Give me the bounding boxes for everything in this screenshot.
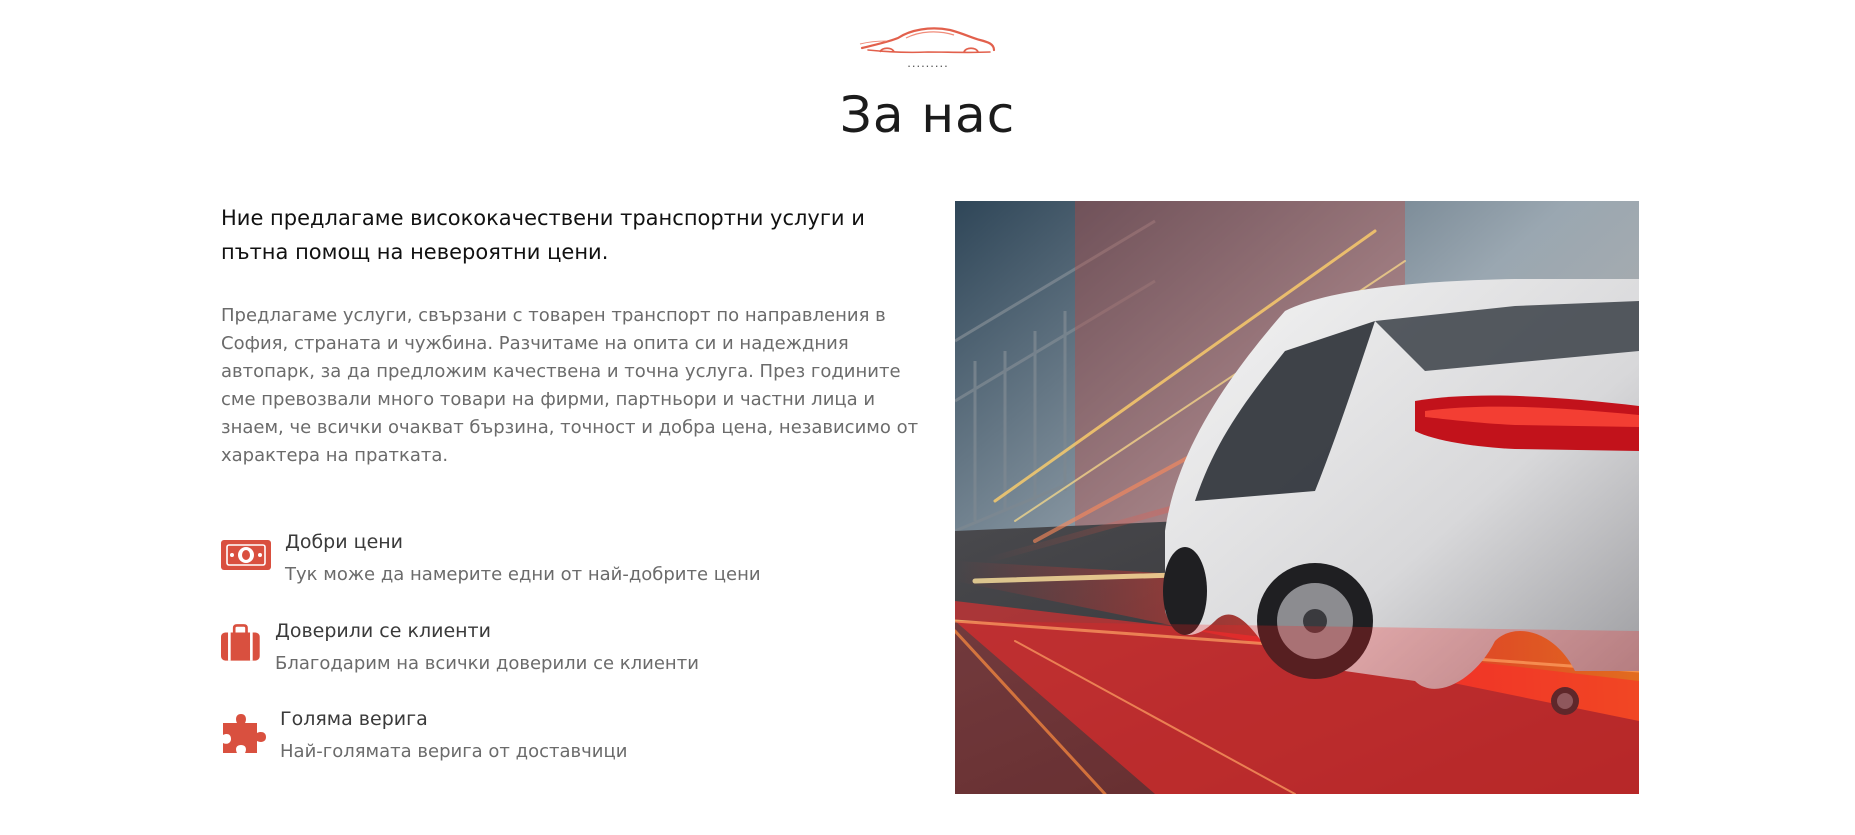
feature-title: Голяма верига	[280, 708, 428, 730]
speeding-car-illustration	[955, 201, 1639, 794]
feature-title: Добри цени	[285, 531, 404, 553]
feature-description: Най-голямата верига от доставчици	[280, 741, 628, 762]
feature-description: Благодарим на всички доверили се клиенти	[275, 653, 699, 674]
intro-heading: Ние предлагаме висококачествени транспор…	[221, 206, 865, 264]
briefcase-icon	[221, 624, 260, 661]
money-bill-icon	[221, 540, 271, 570]
section-header: ......... За нас	[0, 0, 1855, 160]
page-title: За нас	[839, 86, 1016, 144]
intro-text: Предлагаме услуги, свързани с товарен тр…	[221, 305, 919, 466]
puzzle-piece-icon	[223, 714, 266, 753]
feature-title: Доверили се клиенти	[275, 620, 491, 642]
feature-description: Тук може да намерите едни от най-добрите…	[285, 564, 761, 585]
decorative-dots: .........	[907, 55, 949, 70]
hero-car-image	[955, 201, 1639, 794]
